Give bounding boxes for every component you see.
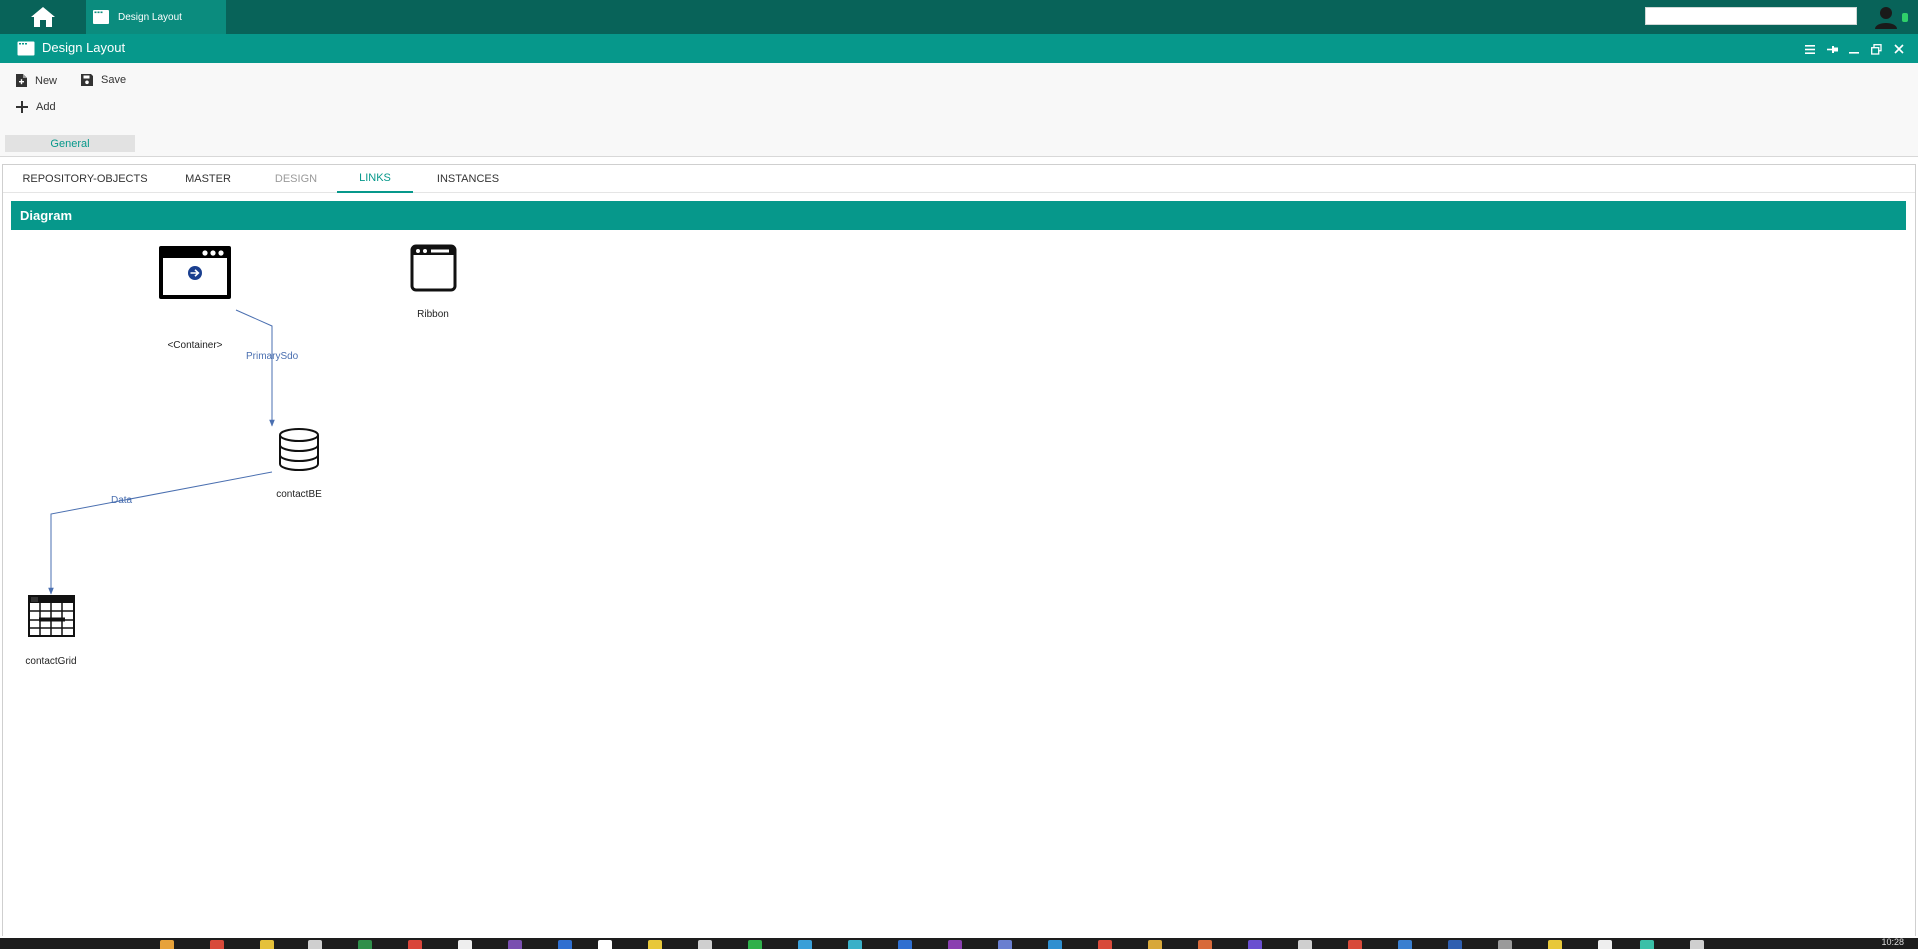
content-area: REPOSITORY-OBJECTS MASTER DESIGN LINKS I…	[2, 164, 1916, 936]
taskbar-clock: 10:28	[1881, 937, 1904, 947]
node-label-contactgrid: contactGrid	[25, 656, 76, 667]
os-taskbar: 10:28	[0, 937, 1918, 949]
minimize-icon[interactable]	[1846, 41, 1862, 57]
taskbar-app-icon[interactable]	[408, 940, 422, 949]
window-icon	[17, 41, 35, 56]
taskbar-app-icon[interactable]	[1198, 940, 1212, 949]
tab-instances[interactable]: INSTANCES	[423, 165, 513, 193]
taskbar-app-icon[interactable]	[648, 940, 662, 949]
taskbar-app-icon[interactable]	[358, 940, 372, 949]
top-bar: Design Layout	[0, 0, 1918, 34]
tab-links[interactable]: LINKS	[337, 165, 413, 193]
taskbar-app-icon[interactable]	[1348, 940, 1362, 949]
taskbar-app-icon[interactable]	[210, 940, 224, 949]
node-label-ribbon: Ribbon	[417, 309, 449, 320]
tab-master[interactable]: MASTER	[173, 165, 243, 193]
taskbar-app-icon[interactable]	[1048, 940, 1062, 949]
database-icon	[279, 428, 319, 471]
window-run-icon	[159, 246, 231, 299]
restore-icon[interactable]	[1868, 41, 1884, 57]
window-title: Design Layout	[42, 40, 126, 55]
taskbar-app-icon[interactable]	[948, 940, 962, 949]
taskbar-app-icon[interactable]	[160, 940, 174, 949]
taskbar-app-icon[interactable]	[1690, 940, 1704, 949]
taskbar-app-icon[interactable]	[1298, 940, 1312, 949]
diagram-panel-header: Diagram	[11, 201, 1906, 230]
taskbar-app-icon[interactable]	[1598, 940, 1612, 949]
taskbar-app-icon[interactable]	[848, 940, 862, 949]
toolbar: New Save Add General	[0, 63, 1918, 157]
taskbar-app-icon[interactable]	[598, 940, 612, 949]
save-button-label: Save	[101, 74, 127, 86]
close-icon[interactable]	[1891, 41, 1907, 57]
taskbar-app-icon[interactable]	[1640, 940, 1654, 949]
menu-icon[interactable]	[1802, 41, 1818, 57]
tab-strip: REPOSITORY-OBJECTS MASTER DESIGN LINKS I…	[3, 165, 1915, 193]
taskbar-app-icon[interactable]	[1498, 940, 1512, 949]
new-document-icon	[16, 74, 27, 87]
edge-label-primarysdo: PrimarySdo	[246, 351, 299, 362]
taskbar-app-icon[interactable]	[1448, 940, 1462, 949]
tab-repository-objects[interactable]: REPOSITORY-OBJECTS	[15, 165, 155, 193]
taskbar-app-icon[interactable]	[1248, 940, 1262, 949]
toolbar-group-label: General	[5, 135, 135, 152]
taskbar-app-icon[interactable]	[1548, 940, 1562, 949]
add-button-label: Add	[36, 101, 56, 113]
node-label-container: <Container>	[167, 340, 222, 351]
add-button[interactable]: Add	[16, 101, 56, 113]
app-tab-label: Design Layout	[118, 11, 182, 23]
taskbar-app-icon[interactable]	[798, 940, 812, 949]
edge-label-data: Data	[111, 495, 133, 506]
taskbar-app-icon[interactable]	[748, 940, 762, 949]
grid-icon	[28, 595, 75, 637]
node-label-contactbe: contactBE	[276, 489, 322, 500]
taskbar-app-icon[interactable]	[458, 940, 472, 949]
new-button-label: New	[35, 74, 58, 87]
user-avatar-icon[interactable]	[1872, 5, 1900, 29]
taskbar-app-icon[interactable]	[508, 940, 522, 949]
taskbar-app-icon[interactable]	[898, 940, 912, 949]
window-title-bar: Design Layout	[0, 34, 1918, 63]
taskbar-app-icon[interactable]	[1398, 940, 1412, 949]
global-search-input[interactable]	[1645, 7, 1857, 25]
taskbar-app-icon[interactable]	[260, 940, 274, 949]
app-tab-design-layout[interactable]: Design Layout	[86, 0, 226, 34]
save-button[interactable]: Save	[81, 74, 126, 86]
home-icon[interactable]	[28, 5, 58, 29]
diagram-node-contactbe[interactable]: contactBE	[276, 428, 322, 500]
plus-icon	[16, 101, 28, 113]
taskbar-app-icon[interactable]	[698, 940, 712, 949]
save-icon	[81, 74, 93, 86]
taskbar-app-icon[interactable]	[1148, 940, 1162, 949]
pin-icon[interactable]	[1824, 41, 1840, 57]
taskbar-app-icon[interactable]	[308, 940, 322, 949]
new-button[interactable]: New	[16, 74, 57, 87]
taskbar-app-icon[interactable]	[1098, 940, 1112, 949]
tab-design[interactable]: DESIGN	[258, 165, 334, 193]
window-icon	[93, 10, 109, 24]
taskbar-app-icon[interactable]	[998, 940, 1012, 949]
diagram-node-contactgrid[interactable]: contactGrid	[25, 595, 77, 667]
presence-indicator	[1902, 13, 1908, 22]
taskbar-app-icon[interactable]	[558, 940, 572, 949]
